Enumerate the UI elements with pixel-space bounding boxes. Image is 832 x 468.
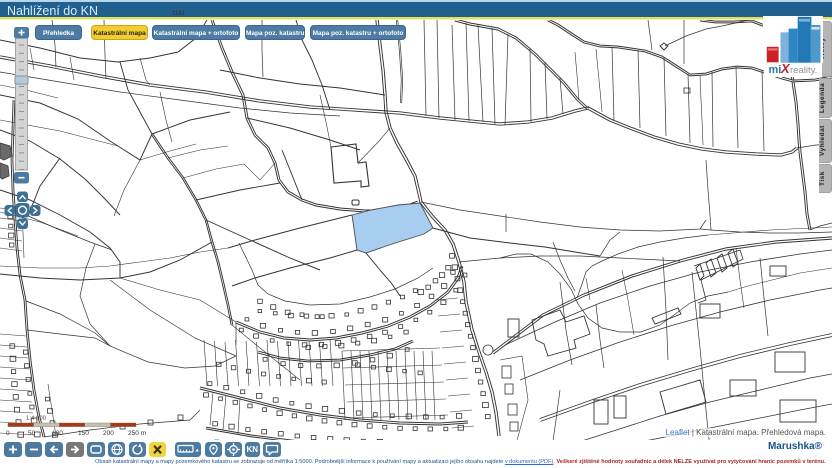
- svg-text:250 m: 250 m: [128, 430, 146, 437]
- svg-text:mi: mi: [769, 64, 782, 76]
- svg-text:reality.: reality.: [790, 65, 817, 76]
- svg-text:0: 0: [6, 430, 10, 437]
- svg-text:100: 100: [52, 430, 63, 437]
- svg-text:200: 200: [103, 430, 114, 437]
- svg-text:50: 50: [28, 430, 36, 437]
- svg-text:1:4 000: 1:4 000: [26, 416, 47, 422]
- svg-text:150: 150: [78, 430, 89, 437]
